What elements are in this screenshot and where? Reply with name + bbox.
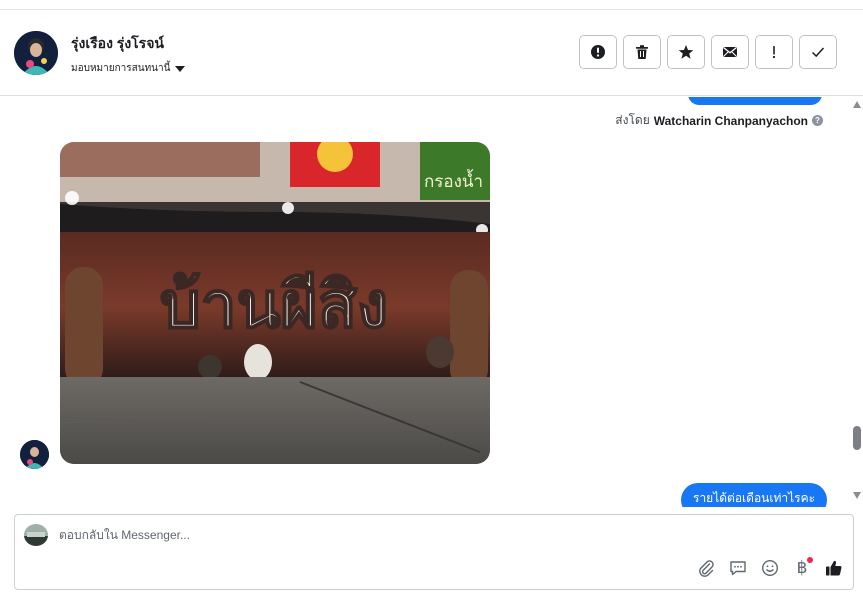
check-icon xyxy=(811,47,825,58)
messenger-inbox-window: รุ่งเรือง รุ่งโรจน์ มอบหมายการสนทนานี้ ส… xyxy=(0,0,863,595)
sent-message-bubble-last[interactable]: รายได้ต่อเดือนเท่าไรคะ xyxy=(681,483,828,507)
emoji-button[interactable] xyxy=(759,557,781,579)
page-avatar xyxy=(24,524,48,546)
help-icon[interactable]: ? xyxy=(812,115,823,126)
alert-circle-icon xyxy=(591,45,605,59)
banner-text: บ้านผีสิง xyxy=(160,269,388,343)
message-thread[interactable]: ส่งโดย Watcharin Chanpanyachon ? กรองน้ำ… xyxy=(0,97,849,507)
conversation-header: รุ่งเรือง รุ่งโรจน์ มอบหมายการสนทนานี้ xyxy=(0,11,863,96)
reply-composer: ฿ xyxy=(14,514,854,590)
contact-avatar-small[interactable] xyxy=(20,440,49,469)
contact-avatar[interactable] xyxy=(14,31,58,75)
star-icon xyxy=(678,45,694,59)
delete-button[interactable] xyxy=(623,35,661,69)
reply-input[interactable] xyxy=(59,528,659,542)
conversation-actions xyxy=(579,35,837,69)
assign-label: มอบหมายการสนทนานี้ xyxy=(71,63,171,74)
baht-icon: ฿ xyxy=(796,558,808,578)
chat-bubble-icon xyxy=(730,561,746,576)
sender-name: Watcharin Chanpanyachon xyxy=(653,113,808,128)
paperclip-icon xyxy=(699,560,714,577)
caret-down-icon xyxy=(175,65,186,72)
star-button[interactable] xyxy=(667,35,705,69)
attach-button[interactable] xyxy=(695,557,717,579)
smiley-icon xyxy=(761,559,779,577)
scroll-down-arrow-icon[interactable] xyxy=(853,492,861,499)
scroll-thumb[interactable] xyxy=(853,426,861,450)
mark-unread-button[interactable] xyxy=(711,35,749,69)
like-button[interactable] xyxy=(823,557,845,579)
assign-conversation-dropdown[interactable]: มอบหมายการสนทนานี้ xyxy=(71,61,186,76)
scroll-up-arrow-icon[interactable] xyxy=(853,101,861,108)
thread-scrollbar[interactable] xyxy=(850,97,863,507)
exclamation-icon xyxy=(772,46,776,59)
notification-dot xyxy=(807,557,813,563)
follow-up-button[interactable] xyxy=(755,35,793,69)
payment-button[interactable]: ฿ xyxy=(791,557,813,579)
mark-done-button[interactable] xyxy=(799,35,837,69)
contact-name[interactable]: รุ่งเรือง รุ่งโรจน์ xyxy=(71,33,164,55)
envelope-icon xyxy=(723,46,737,57)
sent-message-bubble xyxy=(688,97,822,105)
thumbs-up-icon xyxy=(826,560,842,576)
trash-icon xyxy=(636,45,648,59)
received-photo[interactable]: กรองน้ำ บ้านผีสิง xyxy=(60,142,490,464)
saved-replies-button[interactable] xyxy=(727,557,749,579)
sign-text: กรองน้ำ xyxy=(424,169,483,192)
spam-button[interactable] xyxy=(579,35,617,69)
sent-by-prefix: ส่งโดย xyxy=(615,113,650,127)
composer-tools: ฿ xyxy=(695,557,845,579)
top-divider xyxy=(0,0,863,10)
sent-by-line: ส่งโดย Watcharin Chanpanyachon ? xyxy=(615,111,823,130)
